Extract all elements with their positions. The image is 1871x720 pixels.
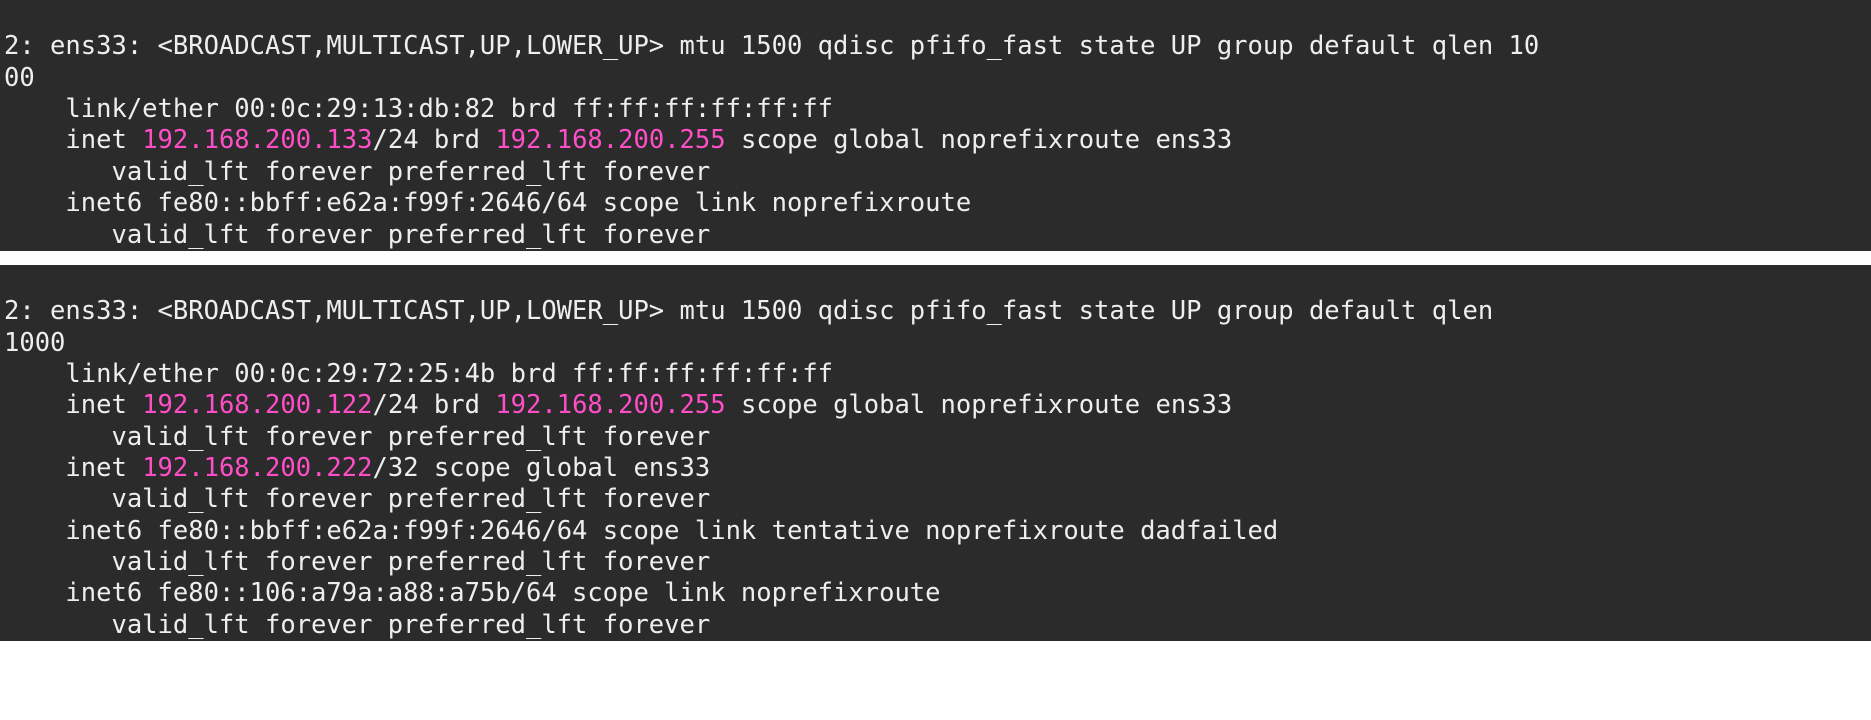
inet6-line-b: inet6 fe80::106:a79a:a88:a75b/64 scope l… [4, 578, 956, 608]
inet-line: inet 192.168.200.133/24 brd 192.168.200.… [4, 125, 1232, 155]
inet6-line: inet6 fe80::bbff:e62a:f99f:2646/64 scope… [4, 188, 987, 218]
terminal-block-1: 2: ens33: <BROADCAST,MULTICAST,UP,LOWER_… [0, 0, 1871, 251]
link-ether-line: link/ether 00:0c:29:72:25:4b brd ff:ff:f… [4, 359, 833, 389]
inet-line-1: inet 192.168.200.122/24 brd 192.168.200.… [4, 390, 1232, 420]
iface-header: 2: ens33: <BROADCAST,MULTICAST,UP,LOWER_… [4, 296, 1509, 357]
inet-ip: 192.168.200.122 [142, 390, 372, 420]
inet-brd: 192.168.200.255 [495, 390, 725, 420]
inet-lft: valid_lft forever preferred_lft forever [4, 157, 710, 187]
inet-ip: 192.168.200.133 [142, 125, 372, 155]
block-gap [0, 251, 1871, 265]
inet-brd: 192.168.200.255 [495, 125, 725, 155]
terminal-block-2: 2: ens33: <BROADCAST,MULTICAST,UP,LOWER_… [0, 265, 1871, 641]
inet6-lft-a: valid_lft forever preferred_lft forever [4, 547, 710, 577]
inet6-line-a: inet6 fe80::bbff:e62a:f99f:2646/64 scope… [4, 516, 1294, 546]
link-ether-line: link/ether 00:0c:29:13:db:82 brd ff:ff:f… [4, 94, 833, 124]
inet-lft-2: valid_lft forever preferred_lft forever [4, 484, 710, 514]
iface-header: 2: ens33: <BROADCAST,MULTICAST,UP,LOWER_… [4, 31, 1539, 92]
inet-lft-1: valid_lft forever preferred_lft forever [4, 422, 710, 452]
inet6-lft-b: valid_lft forever preferred_lft forever [4, 610, 710, 640]
inet-ip-2: 192.168.200.222 [142, 453, 372, 483]
inet-line-2: inet 192.168.200.222/32 scope global ens… [4, 453, 710, 483]
inet6-lft: valid_lft forever preferred_lft forever [4, 220, 710, 250]
